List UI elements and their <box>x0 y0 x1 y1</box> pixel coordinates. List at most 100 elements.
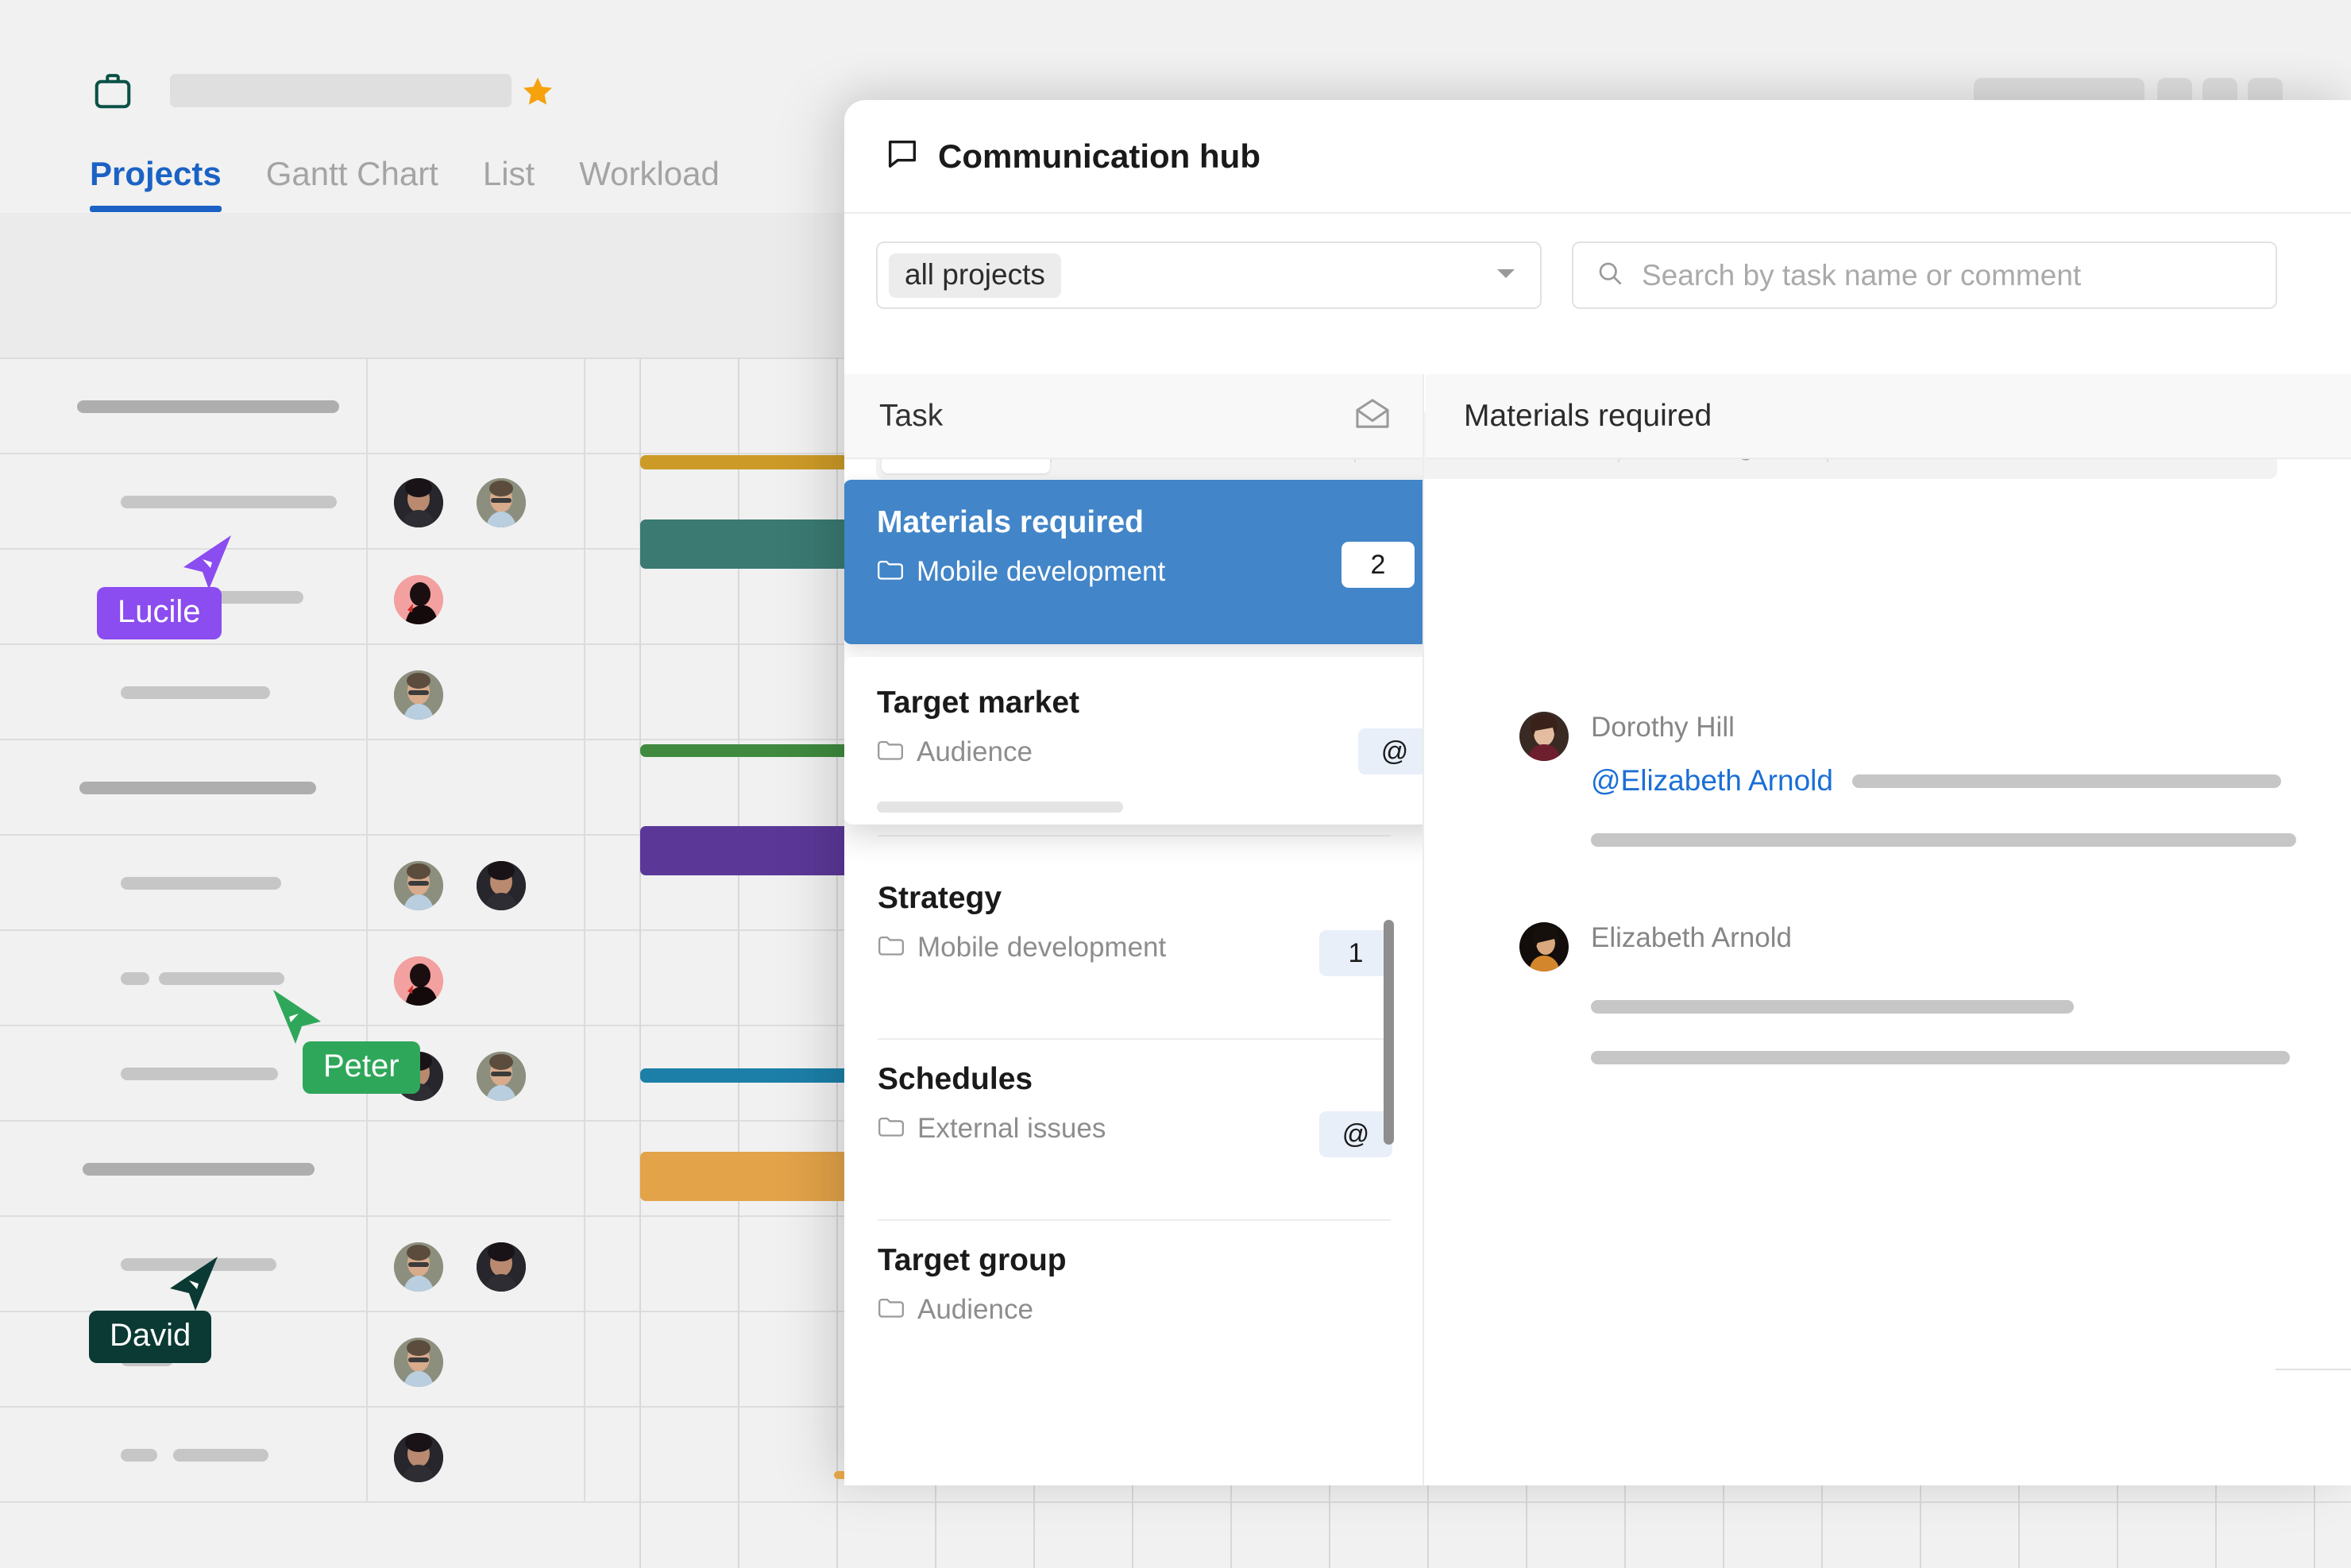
list-item[interactable]: Schedules External issues @ <box>844 1038 1423 1221</box>
task-badge[interactable]: 2 <box>1341 542 1415 588</box>
hub-body: Task Goals & objectives <box>844 374 2351 1485</box>
row-label-placeholder <box>77 400 339 413</box>
task-project: Mobile development <box>878 932 1391 964</box>
avatar[interactable] <box>477 1242 526 1292</box>
avatar[interactable] <box>394 1242 443 1292</box>
task-list[interactable]: Goals & objectives Mobile development 30 <box>844 459 1423 1485</box>
timeline-gridline <box>1230 1471 1232 1568</box>
thread-column: Materials required Dorothy Hill @Elizabe… <box>1426 374 2351 1485</box>
task-project: Audience <box>878 1294 1391 1326</box>
avatar[interactable] <box>394 1338 443 1387</box>
folder-icon <box>878 1294 905 1326</box>
star-icon[interactable] <box>520 75 555 110</box>
task-column-header: Task <box>844 374 1423 459</box>
task-project-label: Audience <box>917 1294 1033 1325</box>
column-divider-name <box>366 359 368 1503</box>
tab-gantt-chart[interactable]: Gantt Chart <box>266 155 438 212</box>
project-title-placeholder <box>170 74 512 107</box>
row-label-placeholder <box>121 1068 278 1080</box>
avatar[interactable] <box>1519 712 1569 761</box>
task-list-column: Task Goals & objectives <box>844 374 1424 1485</box>
avatar[interactable] <box>394 478 443 527</box>
task-name: Strategy <box>878 881 1002 915</box>
page-title: Communication hub <box>938 137 1260 175</box>
avatar[interactable] <box>1519 922 1569 971</box>
row-label-placeholder <box>121 877 281 890</box>
cursor-david <box>165 1253 221 1318</box>
avatar[interactable] <box>394 956 443 1006</box>
avatar[interactable] <box>394 1433 443 1482</box>
folder-icon <box>877 556 904 588</box>
avatar[interactable] <box>394 670 443 720</box>
task-project-label: Audience <box>917 736 1033 767</box>
timeline-gridline <box>1624 1471 1626 1568</box>
task-name: Materials required <box>877 505 1144 539</box>
avatar[interactable] <box>477 861 526 910</box>
timeline-gridline <box>1132 1471 1133 1568</box>
tab-workload[interactable]: Workload <box>579 155 720 212</box>
avatar[interactable] <box>394 575 443 624</box>
comment: Dorothy Hill @Elizabeth Arnold <box>1519 712 2296 847</box>
search-input[interactable]: Search by task name or comment <box>1572 241 2277 309</box>
unread-divider: UNREAD <box>2276 1357 2351 1382</box>
folder-icon <box>878 1113 905 1145</box>
list-item[interactable]: Target group Audience <box>844 1219 1423 1326</box>
thread-title: Materials required <box>1464 398 1712 433</box>
timeline-gridline <box>1033 1471 1035 1568</box>
avatar[interactable] <box>477 1052 526 1101</box>
briefcase-icon <box>91 69 134 112</box>
row-label-placeholder <box>83 1163 315 1176</box>
task-list-scrollbar[interactable] <box>1384 920 1394 1145</box>
row-label-placeholder <box>173 1449 268 1462</box>
row-label-placeholder <box>159 972 284 985</box>
hub-header: Communication hub <box>844 100 2351 214</box>
list-divider <box>878 835 1391 836</box>
timeline-gridline <box>1329 1471 1330 1568</box>
comment-bubble-icon <box>884 136 921 176</box>
view-tabs[interactable]: Projects Gantt Chart List Workload <box>90 155 720 212</box>
hub-filter-bar: all projects Search by task name or comm… <box>844 214 2351 479</box>
comment-author: Dorothy Hill <box>1591 712 1735 743</box>
task-badge[interactable]: 1 <box>1319 930 1392 976</box>
timeline-gridline <box>1427 1471 1429 1568</box>
tab-list[interactable]: List <box>483 155 535 212</box>
list-item-selected[interactable]: Materials required Mobile development 2 <box>844 480 1423 644</box>
envelope-icon[interactable] <box>1354 398 1391 434</box>
comment-text-placeholder <box>1591 1000 2074 1014</box>
column-divider-assignee <box>584 359 585 1503</box>
timeline-gridline <box>2314 1471 2315 1568</box>
task-name: Schedules <box>878 1062 1033 1096</box>
thread-header: Materials required <box>1426 374 2351 459</box>
search-icon <box>1596 259 1624 292</box>
task-project-label: Mobile development <box>917 556 1166 587</box>
project-filter-value: all projects <box>889 253 1061 298</box>
list-item[interactable]: Strategy Mobile development 1 <box>844 857 1423 1040</box>
cursor-label-peter: Peter <box>303 1041 420 1094</box>
comment-text-placeholder <box>1591 833 2296 847</box>
task-project: External issues <box>878 1113 1391 1145</box>
timeline-gridline <box>2018 1471 2020 1568</box>
task-badge[interactable]: @ <box>1319 1111 1392 1157</box>
avatar[interactable] <box>394 861 443 910</box>
mention-link[interactable]: @Elizabeth Arnold <box>1591 764 1833 798</box>
project-filter-select[interactable]: all projects <box>876 241 1542 309</box>
row-label-placeholder <box>121 1449 157 1462</box>
task-comment-placeholder <box>877 801 1123 813</box>
folder-icon <box>878 932 905 964</box>
row-label-placeholder <box>121 686 270 699</box>
timeline-gridline <box>935 1471 936 1568</box>
tab-projects[interactable]: Projects <box>90 155 222 212</box>
folder-icon <box>877 736 904 768</box>
task-project-label: Mobile development <box>917 932 1167 963</box>
task-name: Target market <box>877 686 1080 720</box>
task-project: Audience <box>877 736 1423 768</box>
avatar[interactable] <box>477 478 526 527</box>
search-placeholder: Search by task name or comment <box>1642 258 2082 292</box>
timeline-gridline <box>1821 1471 1823 1568</box>
task-badge[interactable]: @ <box>1358 728 1423 774</box>
list-item-hovered[interactable]: Target market Audience @ <box>844 657 1423 825</box>
row-label-placeholder <box>79 782 316 794</box>
cursor-label-lucile: Lucile <box>97 587 222 639</box>
task-column-label: Task <box>879 398 944 433</box>
comment: Elizabeth Arnold <box>1519 922 2290 1064</box>
